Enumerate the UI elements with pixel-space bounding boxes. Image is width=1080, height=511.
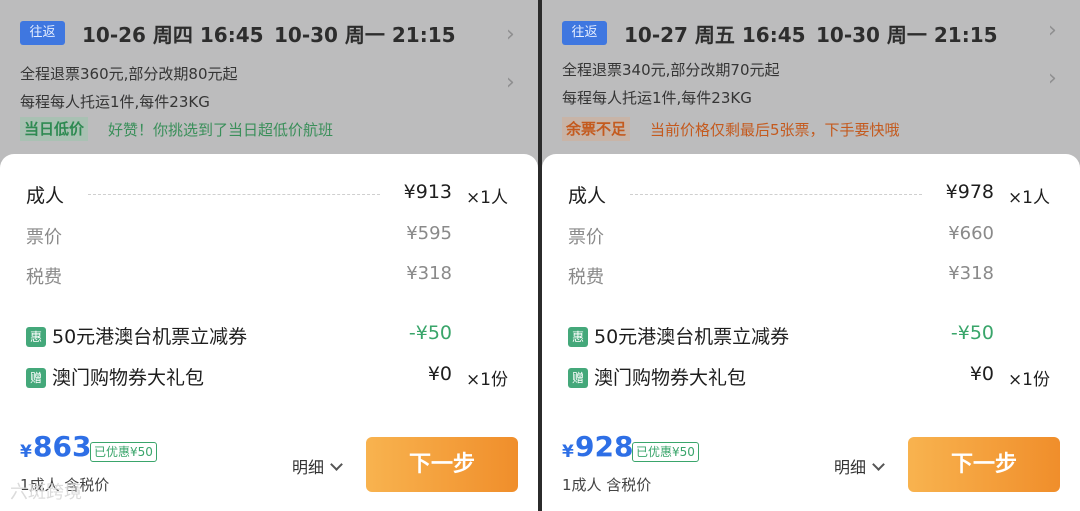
round-trip-tag: 往返 (20, 21, 65, 45)
coupon-value: -¥50 (408, 322, 452, 344)
gift-row: 赠澳门购物券大礼包 ¥0 ×1份 (26, 363, 538, 391)
flight-summary[interactable]: 往返 10-27 周五 16:45 10-30 周一 21:15 › 全程退票3… (542, 0, 1080, 160)
dashed-divider (88, 194, 380, 195)
round-trip-tag: 往返 (562, 21, 607, 45)
low-stock-badge: 余票不足 (562, 117, 631, 141)
detail-label: 明细 (292, 458, 325, 477)
chevron-right-icon[interactable]: › (1048, 66, 1057, 91)
chevron-down-icon (330, 458, 343, 471)
depart-datetime: 10-27 周五 16:45 (624, 23, 806, 47)
gift-value: ¥0 (427, 363, 452, 385)
coupon-value: -¥50 (950, 322, 994, 344)
total-price: 863 (33, 430, 92, 463)
coupon-row: 惠 50元港澳台机票立减券 -¥50 (568, 322, 1080, 350)
fare-row: 票价 ¥660 (568, 223, 1080, 251)
chevron-right-icon[interactable]: › (1048, 18, 1057, 43)
fare-panel-left: 往返 10-26 周四 16:45 10-30 周一 21:15 › 全程退票3… (0, 0, 538, 511)
fare-label: 票价 (26, 227, 62, 248)
next-step-button[interactable]: 下一步 (908, 437, 1060, 492)
low-price-badge: 当日低价 (20, 117, 89, 141)
adult-label: 成人 (568, 185, 607, 207)
badge-message: 当前价格仅剩最后5张票，下手要快哦 (650, 121, 900, 139)
depart-datetime: 10-26 周四 16:45 (82, 23, 264, 47)
badge-message: 好赞！你挑选到了当日超低价航班 (108, 121, 334, 139)
return-datetime: 10-30 周一 21:15 (816, 23, 998, 47)
coupon-row: 惠 50元港澳台机票立减券 -¥50 (26, 322, 538, 350)
gift-value: ¥0 (969, 363, 994, 385)
detail-toggle[interactable]: 明细 (834, 454, 885, 478)
coupon-label: 50元港澳台机票立减券 (52, 326, 248, 348)
dashed-divider (630, 194, 922, 195)
watermark: 六斑跨境 (10, 482, 82, 503)
fare-panel-right: 往返 10-27 周五 16:45 10-30 周一 21:15 › 全程退票3… (542, 0, 1080, 511)
fare-value: ¥595 (406, 223, 452, 244)
tax-value: ¥318 (406, 263, 452, 284)
adult-label: 成人 (26, 185, 65, 207)
gift-row: 赠澳门购物券大礼包 ¥0 ×1份 (568, 363, 1080, 391)
discount-icon: 惠 (26, 327, 46, 347)
baggage-rule: 每程每人托运1件,每件23KG (20, 93, 210, 111)
gift-label: 澳门购物券大礼包 (594, 367, 747, 389)
tax-value: ¥318 (948, 263, 994, 284)
adult-row: 成人 ¥978 ×1人 (568, 181, 1080, 209)
saved-badge: 已优惠¥50 (632, 442, 699, 462)
tax-label: 税费 (26, 267, 62, 288)
currency-symbol: ¥ (562, 442, 574, 462)
refund-rule: 全程退票360元,部分改期80元起 (20, 65, 238, 83)
fare-row: 票价 ¥595 (26, 223, 538, 251)
adult-price: ¥978 (945, 181, 994, 203)
tax-row: 税费 ¥318 (568, 263, 1080, 291)
gift-quantity: ×1份 (1007, 370, 1050, 390)
total-price: 928 (575, 430, 634, 463)
adult-quantity: ×1人 (1007, 188, 1050, 208)
chevron-right-icon[interactable]: › (506, 22, 515, 47)
baggage-rule: 每程每人托运1件,每件23KG (562, 89, 752, 107)
gift-quantity: ×1份 (465, 370, 508, 390)
gift-icon: 赠 (26, 368, 46, 388)
adult-quantity: ×1人 (465, 188, 508, 208)
chevron-right-icon[interactable]: › (506, 70, 515, 95)
saved-badge: 已优惠¥50 (90, 442, 157, 462)
adult-price: ¥913 (403, 181, 452, 203)
fare-value: ¥660 (948, 223, 994, 244)
gift-icon: 赠 (568, 368, 588, 388)
detail-toggle[interactable]: 明细 (292, 454, 343, 478)
refund-rule: 全程退票340元,部分改期70元起 (562, 61, 780, 79)
fare-label: 票价 (568, 227, 604, 248)
gift-label: 澳门购物券大礼包 (52, 367, 205, 389)
flight-summary[interactable]: 往返 10-26 周四 16:45 10-30 周一 21:15 › 全程退票3… (0, 0, 538, 160)
discount-icon: 惠 (568, 327, 588, 347)
total-subtitle: 1成人 含税价 (562, 476, 652, 494)
currency-symbol: ¥ (20, 442, 32, 462)
coupon-label: 50元港澳台机票立减券 (594, 326, 790, 348)
detail-label: 明细 (834, 458, 867, 477)
adult-row: 成人 ¥913 ×1人 (26, 181, 538, 209)
tax-row: 税费 ¥318 (26, 263, 538, 291)
return-datetime: 10-30 周一 21:15 (274, 23, 456, 47)
chevron-down-icon (872, 458, 885, 471)
tax-label: 税费 (568, 267, 604, 288)
next-step-button[interactable]: 下一步 (366, 437, 518, 492)
